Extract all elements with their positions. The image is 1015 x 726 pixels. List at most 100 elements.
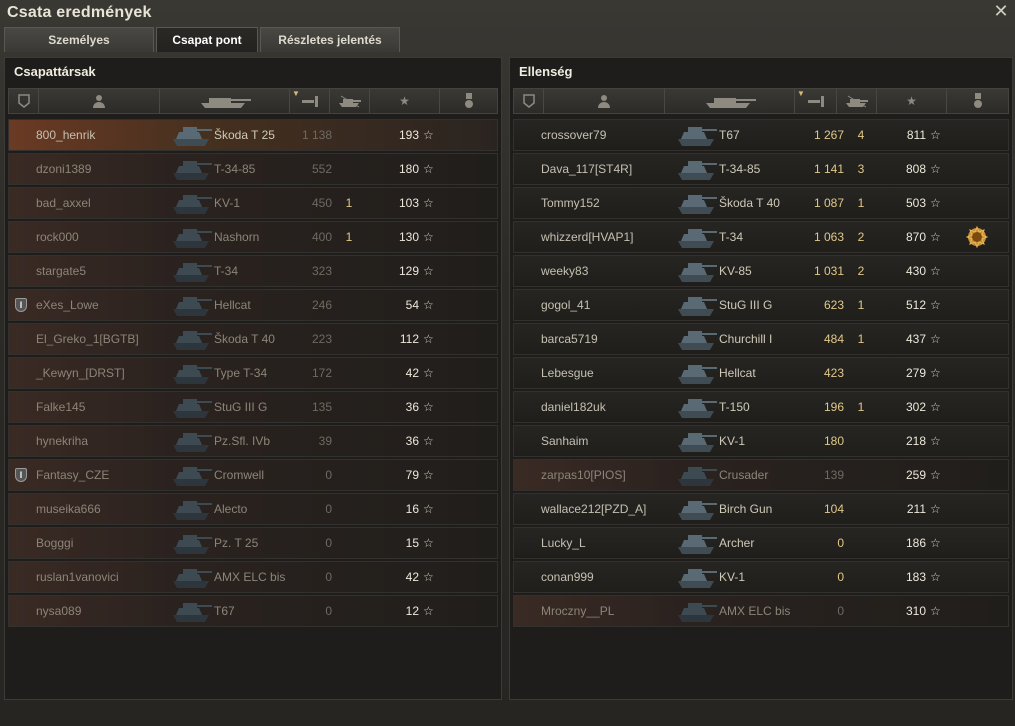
player-row[interactable]: IeXes_Lowe Hellcat 246 54 ☆ xyxy=(8,289,498,321)
player-row[interactable]: _Kewyn_[DRST] Type T-34 172 42 ☆ xyxy=(8,357,498,389)
damage-value: 1 063 xyxy=(813,230,844,244)
achievement-medal-icon[interactable] xyxy=(966,226,988,248)
player-row[interactable]: Bogggi Pz. T 25 0 15 ☆ xyxy=(8,527,498,559)
xp-star-icon: ☆ xyxy=(930,230,941,244)
tank-image xyxy=(173,297,212,316)
kills-icon[interactable] xyxy=(837,89,877,113)
kills-value xyxy=(339,426,359,456)
damage-icon[interactable]: ▼ xyxy=(795,89,837,113)
medal-icon[interactable] xyxy=(947,89,1008,113)
player-row[interactable]: I Fantasy_CZE Cromwell 0 79 ☆ xyxy=(8,459,498,491)
player-row[interactable]: 800_henrik Škoda T 25 1 138 193 ☆ xyxy=(8,119,498,151)
player-row[interactable]: zarpas10[PIOS] Crusader 139 259 ☆ xyxy=(513,459,1009,491)
tank-name: Pz. T 25 xyxy=(214,536,259,550)
sort-arrow-icon: ▼ xyxy=(797,89,805,98)
tank-name: StuG III G xyxy=(719,298,773,312)
xp-value: 103 xyxy=(398,196,419,210)
damage-value: 423 xyxy=(823,366,844,380)
player-row[interactable]: El_Greko_1[BGTB] Škoda T 40 223 112 ☆ xyxy=(8,323,498,355)
player-row[interactable]: ruslan1vanovici AMX ELC bis 0 42 ☆ xyxy=(8,561,498,593)
tab-detailed-report[interactable]: Részletes jelentés xyxy=(260,27,400,52)
player-row[interactable]: stargate5 T-34 323 129 ☆ xyxy=(8,255,498,287)
kills-value xyxy=(339,324,359,354)
tab-team-score[interactable]: Csapat pont xyxy=(156,27,258,52)
tank-image xyxy=(173,161,212,180)
kills-value xyxy=(851,596,871,626)
player-icon[interactable] xyxy=(544,89,665,113)
player-row[interactable]: gogol_41 StuG III G 623 1 512 ☆ xyxy=(513,289,1009,321)
tank-image xyxy=(173,263,212,282)
tank-image xyxy=(678,331,717,350)
kills-value xyxy=(339,494,359,524)
damage-value: 1 267 xyxy=(813,128,844,142)
player-name: Falke145 xyxy=(36,400,86,414)
xp-star-icon[interactable]: ★ xyxy=(370,89,440,113)
kills-value xyxy=(339,154,359,184)
damage-value: 400 xyxy=(311,230,332,244)
damage-value: 1 087 xyxy=(813,196,844,210)
tank-image xyxy=(678,603,717,622)
xp-star-icon[interactable]: ★ xyxy=(877,89,947,113)
xp-star-icon: ☆ xyxy=(423,366,434,380)
damage-value: 0 xyxy=(325,536,332,550)
tab-personal-results[interactable]: Személyes eredmény xyxy=(4,27,154,71)
damage-icon[interactable]: ▼ xyxy=(290,89,330,113)
tank-name: Churchill I xyxy=(719,332,773,346)
tank-icon[interactable] xyxy=(160,89,290,113)
player-row[interactable]: whizzerd[HVAP1] T-34 1 063 2 870 ☆ xyxy=(513,221,1009,253)
xp-star-icon: ☆ xyxy=(930,434,941,448)
player-row[interactable]: Dava_117[ST4R] T-34-85 1 141 3 808 ☆ xyxy=(513,153,1009,185)
xp-value: 503 xyxy=(905,196,926,210)
player-row[interactable]: rock000 Nashorn 400 1 130 ☆ xyxy=(8,221,498,253)
player-icon[interactable] xyxy=(39,89,160,113)
tank-image xyxy=(678,263,717,282)
damage-value: 623 xyxy=(823,298,844,312)
player-row[interactable]: Mroczny__PL AMX ELC bis 0 310 ☆ xyxy=(513,595,1009,627)
player-row[interactable]: hynekriha Pz.Sfl. IVb 39 36 ☆ xyxy=(8,425,498,457)
tank-name: T-34 xyxy=(719,230,744,244)
player-row[interactable]: crossover79 T67 1 267 4 811 ☆ xyxy=(513,119,1009,151)
platoon-icon[interactable] xyxy=(9,89,39,113)
player-row[interactable]: dzoni1389 T-34-85 552 180 ☆ xyxy=(8,153,498,185)
player-name: crossover79 xyxy=(541,128,607,142)
xp-value: 12 xyxy=(405,604,419,618)
player-row[interactable]: daniel182uk T-150 196 1 302 ☆ xyxy=(513,391,1009,423)
platoon-icon[interactable] xyxy=(514,89,544,113)
damage-value: 135 xyxy=(311,400,332,414)
player-row[interactable]: Sanhaim KV-1 180 218 ☆ xyxy=(513,425,1009,457)
player-row[interactable]: Falke145 StuG III G 135 36 ☆ xyxy=(8,391,498,423)
player-name: dzoni1389 xyxy=(36,162,92,176)
damage-value: 223 xyxy=(311,332,332,346)
player-row[interactable]: museika666 Alecto 0 16 ☆ xyxy=(8,493,498,525)
player-row[interactable]: nysa089 T67 0 12 ☆ xyxy=(8,595,498,627)
player-row[interactable]: barca5719 Churchill I 484 1 437 ☆ xyxy=(513,323,1009,355)
xp-value: 279 xyxy=(905,366,926,380)
player-row[interactable]: bad_axxel KV-1 450 1 103 ☆ xyxy=(8,187,498,219)
player-row[interactable]: Lucky_L Archer 0 186 ☆ xyxy=(513,527,1009,559)
kills-value: 4 xyxy=(857,128,865,142)
player-name: Fantasy_CZE xyxy=(36,468,110,482)
kills-value xyxy=(339,528,359,558)
player-name: hynekriha xyxy=(36,434,89,448)
medal-icon[interactable] xyxy=(440,89,497,113)
kills-icon[interactable] xyxy=(330,89,370,113)
player-row[interactable]: Lebesgue Hellcat 423 279 ☆ xyxy=(513,357,1009,389)
player-name: weeky83 xyxy=(541,264,589,278)
tank-icon[interactable] xyxy=(665,89,795,113)
player-row[interactable]: wallace212[PZD_A] Birch Gun 104 211 ☆ xyxy=(513,493,1009,525)
player-row[interactable]: weeky83 KV-85 1 031 2 430 ☆ xyxy=(513,255,1009,287)
xp-value: 302 xyxy=(905,400,926,414)
player-name: zarpas10[PIOS] xyxy=(541,468,626,482)
damage-value: 246 xyxy=(311,298,332,312)
close-icon[interactable]: ✕ xyxy=(992,2,1010,20)
tank-name: KV-85 xyxy=(719,264,752,278)
tank-image xyxy=(678,161,717,180)
tank-name: T-34-85 xyxy=(719,162,761,176)
player-row[interactable]: conan999 KV-1 0 183 ☆ xyxy=(513,561,1009,593)
player-row[interactable]: Tommy152 Škoda T 40 1 087 1 503 ☆ xyxy=(513,187,1009,219)
kills-value: 3 xyxy=(857,162,865,176)
kills-value: 1 xyxy=(857,400,865,414)
tank-image xyxy=(678,365,717,384)
player-name: 800_henrik xyxy=(36,128,96,142)
xp-star-icon: ☆ xyxy=(930,400,941,414)
